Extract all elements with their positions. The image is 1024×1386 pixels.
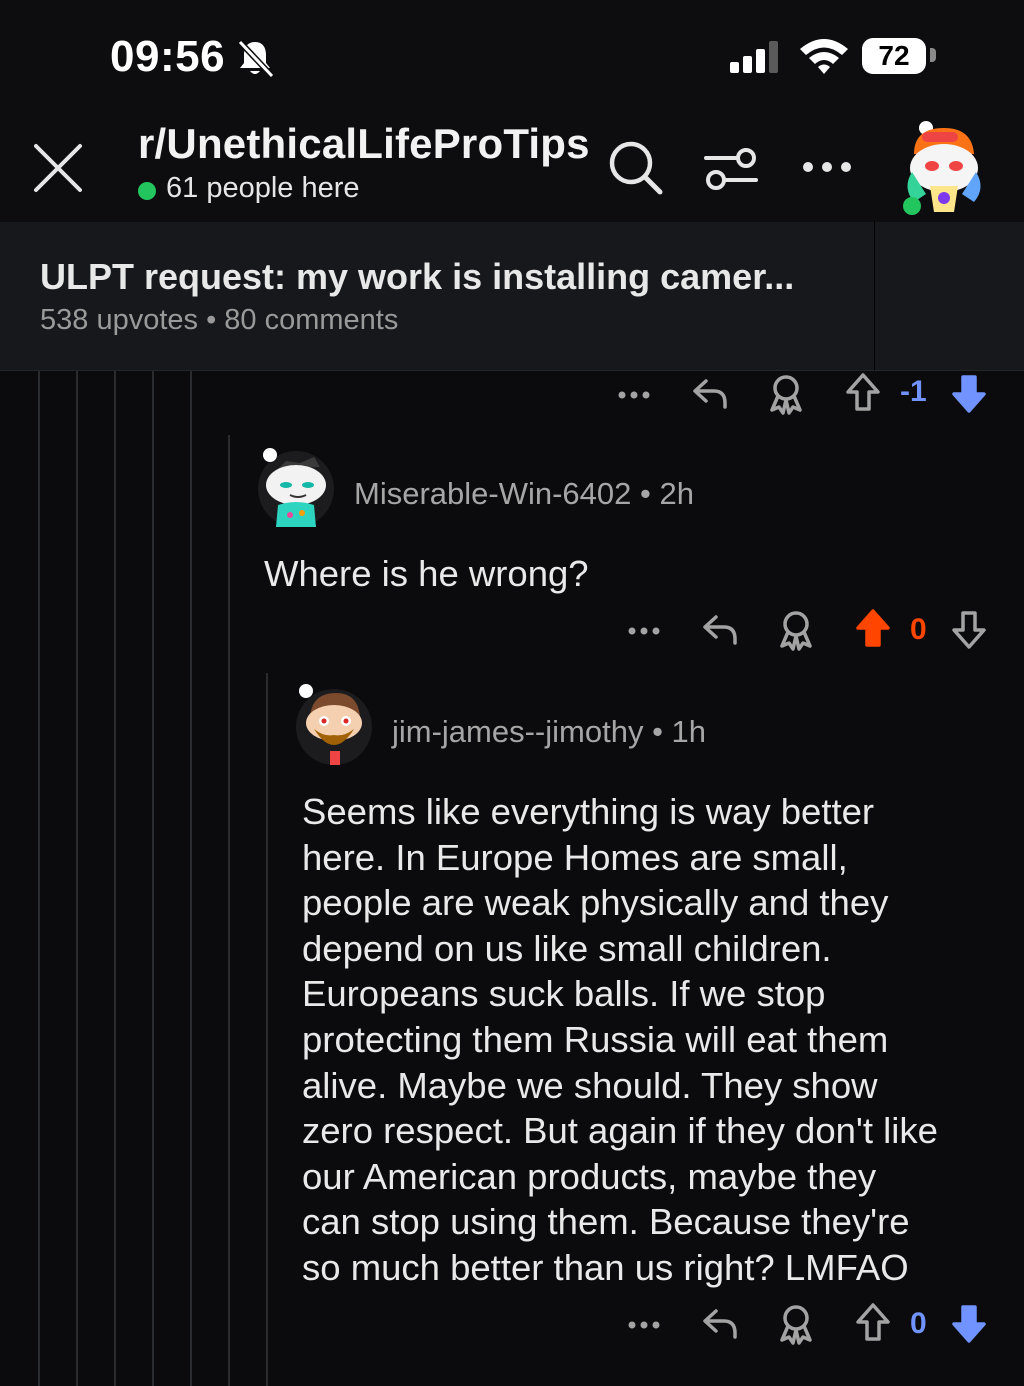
status-bar: 09:56 72 xyxy=(0,0,1024,110)
thread-line[interactable] xyxy=(228,435,230,1386)
comment-meta: Miserable-Win-6402 • 2h xyxy=(354,476,694,512)
filter-icon[interactable] xyxy=(702,144,760,194)
comment-body-line: can stop using them. Because they're xyxy=(302,1201,910,1243)
upvote-icon[interactable] xyxy=(854,1301,892,1343)
comment-body-line: zero respect. But again if they don't li… xyxy=(302,1110,938,1152)
more-icon[interactable] xyxy=(626,611,662,647)
close-icon[interactable] xyxy=(30,140,86,196)
subreddit-name[interactable]: r/UnethicalLifeProTips xyxy=(138,120,590,168)
battery-icon: 72 xyxy=(862,38,926,74)
comment-author[interactable]: Miserable-Win-6402 xyxy=(354,476,631,511)
more-icon[interactable] xyxy=(800,152,854,182)
downvote-icon[interactable] xyxy=(950,373,988,415)
comment-body-line: alive. Maybe we should. They show xyxy=(302,1064,878,1106)
more-icon[interactable] xyxy=(616,375,652,411)
banner-divider xyxy=(874,222,875,370)
vote-count: -1 xyxy=(900,375,927,408)
thread-line[interactable] xyxy=(38,371,40,1386)
signal-icon xyxy=(730,41,778,73)
reply-icon[interactable] xyxy=(700,609,740,649)
post-title[interactable]: ULPT request: my work is installing came… xyxy=(40,256,794,298)
award-icon[interactable] xyxy=(766,373,806,415)
reply-icon[interactable] xyxy=(690,373,730,413)
search-icon[interactable] xyxy=(606,138,664,196)
meta-separator: • xyxy=(640,476,660,511)
comment-body-line: our American products, maybe they xyxy=(302,1155,877,1197)
thread-line[interactable] xyxy=(76,371,78,1386)
comment-meta: jim-james--jimothy • 1h xyxy=(392,714,706,750)
comment-body-line: Seems like everything is way better xyxy=(302,791,875,832)
post-banner[interactable]: ULPT request: my work is installing came… xyxy=(0,222,1024,371)
reply-icon[interactable] xyxy=(700,1303,740,1343)
comment-body-line: here. In Europe Homes are small, xyxy=(302,836,848,878)
vote-count: 0 xyxy=(910,1307,927,1340)
thread-line[interactable] xyxy=(152,371,154,1386)
comment-actions: 0 xyxy=(610,607,1020,657)
avatar[interactable] xyxy=(294,681,374,765)
avatar[interactable] xyxy=(256,443,336,527)
comment-thread: -1 Miserable-Win-6402 • 2h Where is he w… xyxy=(0,371,1024,1386)
downvote-icon[interactable] xyxy=(950,1303,988,1345)
award-icon[interactable] xyxy=(776,609,816,651)
comment-body-line: Europeans suck balls. If we stop xyxy=(302,973,826,1015)
vote-count: 0 xyxy=(910,613,927,646)
comment-age: 1h xyxy=(671,714,707,749)
online-text: 61 people here xyxy=(166,172,360,204)
reddit-thread-screen: 09:56 72 r/UnethicalLifeProTips 61 peopl… xyxy=(0,0,1024,1386)
status-time: 09:56 xyxy=(110,32,226,81)
downvote-icon[interactable] xyxy=(950,609,988,651)
thread-line[interactable] xyxy=(190,371,192,1386)
comment-body-line: so much better than us right? LMFAO xyxy=(302,1246,909,1288)
thread-line[interactable] xyxy=(266,673,268,1386)
comment-body-line: protecting them Russia will eat them xyxy=(302,1018,889,1060)
comment-author[interactable]: jim-james--jimothy xyxy=(392,714,643,749)
thread-line[interactable] xyxy=(114,371,116,1386)
comment-body-line: people are weak physically and they xyxy=(302,882,889,924)
meta-separator: • xyxy=(652,714,672,749)
online-dot xyxy=(138,182,156,200)
upvote-icon[interactable] xyxy=(844,371,882,413)
post-meta: 538 upvotes • 80 comments xyxy=(40,304,399,336)
award-icon[interactable] xyxy=(776,1303,816,1345)
battery-level: 72 xyxy=(878,40,910,71)
comment-age: 2h xyxy=(659,476,694,511)
subreddit-header: r/UnethicalLifeProTips 61 people here xyxy=(0,110,1024,222)
comment-body: Where is he wrong? xyxy=(264,553,589,594)
comment-body: Seems like everything is way better here… xyxy=(302,789,938,1291)
comment-body-line: depend on us like small children. xyxy=(302,927,832,969)
upvote-icon[interactable] xyxy=(854,607,892,649)
avatar[interactable] xyxy=(900,116,988,216)
comment-actions: 0 xyxy=(610,1301,1020,1351)
battery-tip xyxy=(930,48,936,62)
bell-slash-icon xyxy=(237,39,275,78)
wifi-icon xyxy=(800,39,848,74)
parent-comment-actions: -1 xyxy=(600,371,1020,421)
more-icon[interactable] xyxy=(626,1305,662,1341)
